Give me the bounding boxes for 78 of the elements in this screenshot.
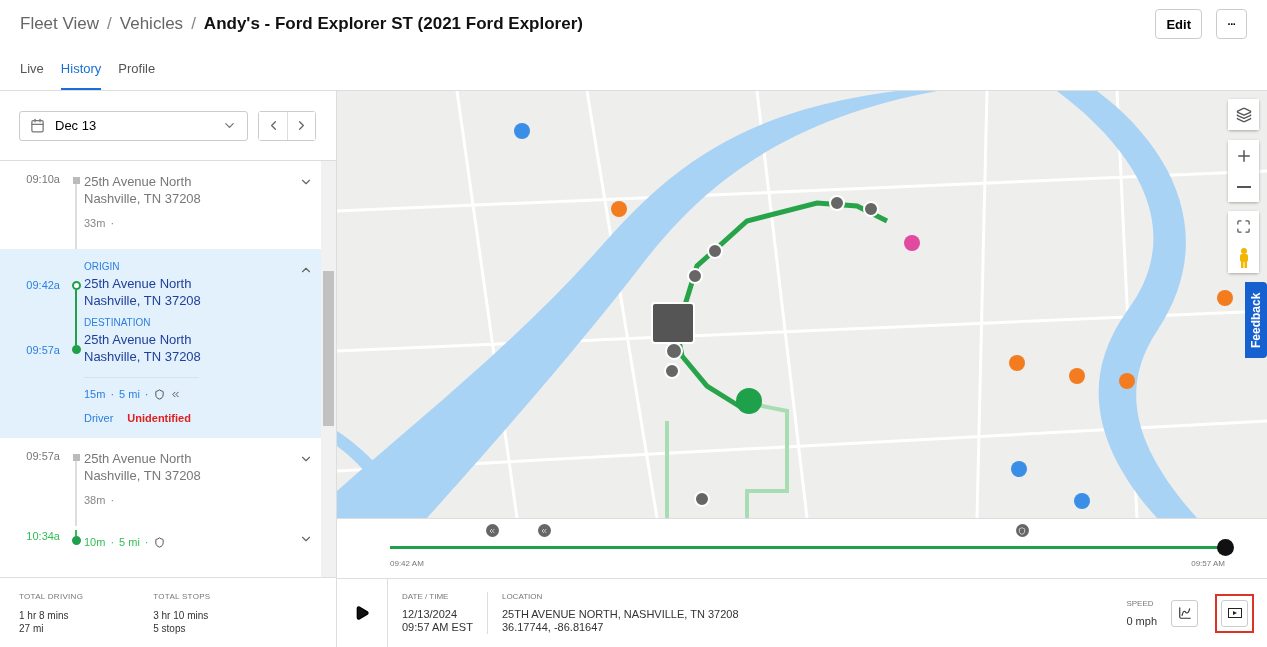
feedback-tab[interactable]: Feedback	[1245, 282, 1267, 358]
separator-dot: ·	[144, 536, 149, 548]
total-value: 3 hr 10 mins 5 stops	[153, 609, 210, 635]
shield-icon	[153, 536, 165, 548]
shield-event-marker[interactable]	[1015, 524, 1029, 537]
edit-button[interactable]: Edit	[1155, 9, 1202, 39]
breadcrumb-separator: /	[191, 14, 196, 34]
video-icon	[1227, 608, 1242, 618]
calendar-icon	[30, 118, 45, 133]
driver-label: Driver	[84, 412, 114, 424]
total-label: TOTAL DRIVING	[19, 592, 84, 601]
stop-marker	[72, 454, 80, 461]
fullscreen-button[interactable]	[1228, 211, 1259, 242]
stop-address: 25th Avenue North Nashville, TN 37208	[84, 173, 202, 207]
play-icon	[354, 605, 370, 621]
origin-time: 09:42a	[26, 279, 60, 291]
stop-address: 25th Avenue North Nashville, TN 37208	[84, 450, 202, 484]
tab[interactable]: Profile	[118, 48, 156, 90]
zoom-in-button[interactable]	[1228, 140, 1259, 171]
trip-entry[interactable]: 09:42a 09:57a ORIGIN 25th Avenue North Nashville, TN 37208 DESTINATION 25th Avenue North Nashville, TN 37208 15m · 5 mi · Driver Unidentified	[0, 249, 321, 438]
date-picker[interactable]: Dec 13	[19, 110, 248, 141]
person-icon	[1238, 247, 1249, 268]
separator-dot: ·	[110, 388, 115, 400]
driver-name: Unidentified	[127, 412, 191, 424]
separator-dot: ·	[110, 494, 115, 506]
detail-label: DATE / TIME	[402, 592, 450, 601]
rewind-icon	[540, 526, 549, 535]
destination-time: 09:57a	[26, 344, 60, 356]
stop-duration: 38m	[84, 494, 106, 506]
fullscreen-icon	[1236, 219, 1251, 234]
chart-icon	[1177, 606, 1192, 620]
trip-time: 10:34a	[26, 530, 60, 542]
rewind-icon	[488, 526, 497, 535]
more-button[interactable]: ···	[1216, 9, 1247, 39]
layers-icon	[1235, 106, 1252, 123]
shield-icon	[153, 388, 165, 400]
zoom-out-button[interactable]	[1228, 171, 1259, 202]
video-button[interactable]	[1221, 599, 1248, 627]
destination-label: DESTINATION	[84, 317, 152, 328]
start-time: 09:42 AM	[390, 559, 424, 568]
detail-label: LOCATION	[501, 592, 544, 601]
separator-dot: ·	[144, 388, 149, 400]
stop-time: 09:57a	[26, 450, 60, 462]
trip-duration: 15m	[84, 388, 106, 400]
destination-address: 25th Avenue North Nashville, TN 37208	[84, 331, 202, 365]
tab[interactable]: Live	[20, 48, 44, 90]
speed-value: 0 mph	[1126, 614, 1157, 628]
shield-icon	[1018, 526, 1027, 535]
trip-duration: 10m	[84, 536, 106, 548]
detail-value: 25TH AVENUE NORTH, NASHVILLE, TN 37208 36.17744, -86.81647	[501, 608, 739, 634]
separator-dot: ·	[110, 536, 115, 548]
trip-distance: 5 mi	[119, 536, 140, 548]
breadcrumb-link[interactable]: Vehicles	[119, 14, 184, 34]
rewind-event-marker[interactable]	[537, 524, 551, 537]
minus-icon	[1236, 185, 1251, 188]
chart-button[interactable]	[1171, 599, 1198, 627]
rewind-event-marker[interactable]	[485, 524, 499, 537]
stop-duration: 33m	[84, 217, 106, 229]
scrollbar[interactable]	[321, 161, 336, 577]
layers-button[interactable]	[1228, 99, 1259, 130]
end-time: 09:57 AM	[1191, 559, 1225, 568]
stop-time: 09:10a	[26, 173, 60, 185]
origin-address: 25th Avenue North Nashville, TN 37208	[84, 275, 202, 309]
timeline-handle[interactable]	[1217, 539, 1234, 556]
total-label: TOTAL STOPS	[153, 592, 211, 601]
destination-dot	[71, 345, 81, 354]
stop-marker	[72, 177, 80, 184]
trip-dot	[71, 536, 81, 545]
total-value: 1 hr 8 mins 27 mi	[19, 609, 70, 635]
speed-label: SPEED	[1126, 598, 1155, 608]
origin-label: ORIGIN	[84, 261, 121, 272]
page-title: Andy's - Ford Explorer ST (2021 Ford Explorer)	[203, 14, 583, 34]
tab[interactable]: History	[60, 48, 102, 90]
detail-value: 12/13/2024 09:57 AM EST	[402, 608, 473, 634]
separator-dot: ·	[110, 217, 115, 229]
breadcrumb-link[interactable]: Fleet View	[20, 14, 100, 34]
breadcrumb-separator: /	[107, 14, 112, 34]
trip-distance: 5 mi	[119, 388, 140, 400]
